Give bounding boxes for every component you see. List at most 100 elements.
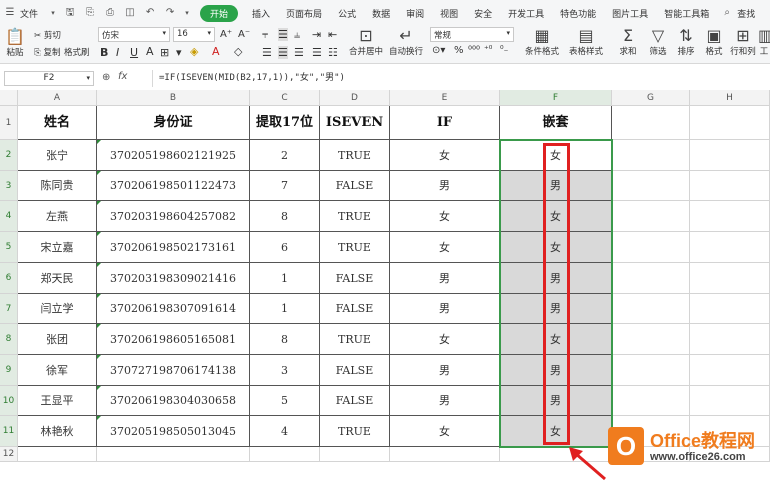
table-cell[interactable]: TRUE — [320, 140, 390, 171]
empty-cell[interactable] — [250, 447, 320, 462]
decrease-decimal-icon[interactable]: ⁰₋ — [500, 45, 508, 55]
table-cell[interactable]: 女 — [390, 201, 500, 232]
row-header-8[interactable]: 8 — [0, 324, 18, 355]
table-cell[interactable]: FALSE — [320, 355, 390, 386]
table-cell[interactable]: 370203198604257082 — [97, 201, 250, 232]
empty-cell[interactable] — [690, 263, 770, 294]
format-painter-button[interactable]: 格式刷 — [64, 46, 90, 58]
menu-security[interactable]: 安全 — [466, 7, 500, 20]
column-header-e[interactable]: E — [390, 90, 500, 106]
empty-cell[interactable] — [97, 447, 250, 462]
column-header-g[interactable]: G — [612, 90, 690, 106]
align-right-icon[interactable]: ☰ — [294, 46, 304, 59]
table-cell[interactable]: 女 — [500, 140, 612, 171]
print-preview-icon[interactable]: ◫ — [123, 6, 137, 20]
currency-icon[interactable]: ⊙▾ — [432, 45, 445, 56]
table-cell[interactable]: 男 — [500, 355, 612, 386]
row-header-11[interactable]: 11 — [0, 416, 18, 447]
table-cell[interactable]: 370727198706174138 — [97, 355, 250, 386]
table-cell[interactable]: 1 — [250, 263, 320, 294]
table-cell[interactable]: 陈同贵 — [18, 171, 97, 201]
table-cell[interactable]: FALSE — [320, 386, 390, 416]
chevron-down-icon[interactable]: ▾ — [49, 6, 57, 20]
table-cell[interactable]: 男 — [390, 355, 500, 386]
table-cell[interactable]: 女 — [390, 416, 500, 447]
table-cell[interactable]: 女 — [500, 324, 612, 355]
align-center-icon[interactable]: ☰ — [278, 46, 288, 59]
row-header-4[interactable]: 4 — [0, 201, 18, 232]
border-icon[interactable]: ⊞ — [160, 46, 169, 59]
menu-page-layout[interactable]: 页面布局 — [278, 7, 330, 20]
column-header-h[interactable]: H — [690, 90, 770, 106]
table-cell[interactable]: 3 — [250, 355, 320, 386]
align-top-icon[interactable]: ⫧ — [262, 28, 268, 42]
table-cell[interactable]: TRUE — [320, 201, 390, 232]
formula-input[interactable]: =IF(ISEVEN(MID(B2,17,1)),"女","男") — [152, 70, 766, 87]
table-cell[interactable]: 闫立学 — [18, 294, 97, 324]
table-cell[interactable]: 徐军 — [18, 355, 97, 386]
align-middle-icon[interactable]: ☰ — [278, 28, 288, 41]
table-cell[interactable]: 370205198602121925 — [97, 140, 250, 171]
empty-cell[interactable] — [612, 386, 690, 416]
table-cell[interactable]: 男 — [500, 263, 612, 294]
font-size-select[interactable]: 16 ▾ — [173, 27, 215, 42]
table-cell[interactable]: 林艳秋 — [18, 416, 97, 447]
empty-cell[interactable] — [690, 324, 770, 355]
table-cell[interactable]: FALSE — [320, 171, 390, 201]
save-icon[interactable]: 🖫 — [63, 6, 77, 20]
print-icon[interactable]: ⎙ — [103, 6, 117, 20]
table-cell[interactable]: 张团 — [18, 324, 97, 355]
menu-review[interactable]: 审阅 — [398, 7, 432, 20]
table-cell[interactable]: 370206198304030658 — [97, 386, 250, 416]
table-cell[interactable]: 男 — [390, 263, 500, 294]
empty-cell[interactable] — [612, 140, 690, 171]
empty-cell[interactable] — [612, 324, 690, 355]
italic-icon[interactable]: I — [116, 46, 119, 59]
empty-cell[interactable] — [690, 106, 770, 140]
row-header-10[interactable]: 10 — [0, 386, 18, 416]
table-header-cell[interactable]: 姓名 — [18, 106, 97, 140]
indent-icon[interactable]: ⇥ — [312, 28, 321, 41]
underline-style-icon[interactable]: A — [146, 45, 154, 58]
paste-button[interactable]: 📋 粘贴 — [2, 28, 28, 59]
table-cell[interactable]: 370206198307091614 — [97, 294, 250, 324]
table-cell[interactable]: 王显平 — [18, 386, 97, 416]
empty-cell[interactable] — [500, 447, 612, 462]
column-header-b[interactable]: B — [97, 90, 250, 106]
name-box[interactable]: F2 ▾ — [4, 71, 94, 86]
table-header-cell[interactable]: 嵌套 — [500, 106, 612, 140]
empty-cell[interactable] — [690, 232, 770, 263]
table-cell[interactable]: 男 — [390, 386, 500, 416]
row-header-2[interactable]: 2 — [0, 140, 18, 171]
table-header-cell[interactable]: ISEVEN — [320, 106, 390, 140]
empty-cell[interactable] — [690, 355, 770, 386]
undo-icon[interactable]: ↶ — [143, 6, 157, 20]
menu-formulas[interactable]: 公式 — [330, 7, 364, 20]
outdent-icon[interactable]: ⇤ — [328, 28, 337, 41]
menu-data[interactable]: 数据 — [364, 7, 398, 20]
empty-cell[interactable] — [18, 447, 97, 462]
increase-font-icon[interactable]: A⁺ — [220, 29, 232, 40]
border-dropdown-icon[interactable]: ▾ — [176, 46, 182, 59]
sum-button[interactable]: Σ 求和 — [614, 27, 642, 58]
select-all-corner[interactable] — [0, 90, 18, 106]
empty-cell[interactable] — [690, 171, 770, 201]
table-header-cell[interactable]: 提取17位 — [250, 106, 320, 140]
hamburger-icon[interactable]: ☰ — [3, 6, 17, 20]
table-cell[interactable]: 男 — [500, 294, 612, 324]
table-cell[interactable]: 4 — [250, 416, 320, 447]
menu-special[interactable]: 特色功能 — [552, 7, 604, 20]
row-header-12[interactable]: 12 — [0, 447, 18, 462]
conditional-format-button[interactable]: ▦ 条件格式 — [522, 27, 562, 58]
merge-center-button[interactable]: ⊡ 合并居中 — [346, 27, 386, 58]
column-header-a[interactable]: A — [18, 90, 97, 106]
zoom-icon[interactable]: ⊕ — [102, 72, 110, 83]
align-left-icon[interactable]: ☰ — [262, 46, 272, 59]
bold-icon[interactable]: B — [100, 46, 108, 59]
table-cell[interactable]: FALSE — [320, 263, 390, 294]
table-cell[interactable]: FALSE — [320, 294, 390, 324]
empty-cell[interactable] — [612, 294, 690, 324]
table-cell[interactable]: 女 — [500, 232, 612, 263]
table-cell[interactable]: 女 — [500, 416, 612, 447]
empty-cell[interactable] — [320, 447, 390, 462]
